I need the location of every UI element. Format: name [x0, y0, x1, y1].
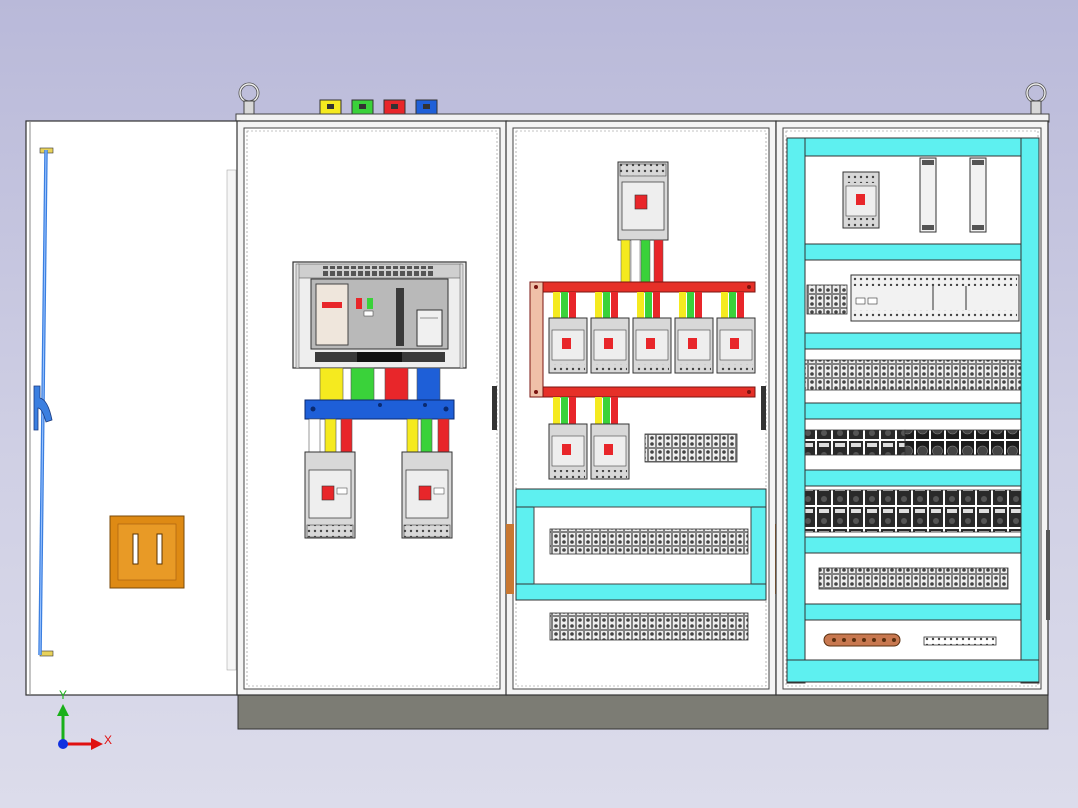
small-terminal-block: [644, 433, 738, 463]
distribution-terminal-rails: [515, 488, 767, 641]
electrical-cabinet-drawing: [25, 82, 1050, 750]
phase-terminal-caps: [319, 99, 438, 115]
main-breaker-phase-bars: [620, 239, 664, 283]
neutral-link-bar: [923, 636, 997, 646]
control-breaker: [842, 171, 880, 229]
axis-triad: [57, 704, 103, 750]
axis-x-label: X: [104, 733, 113, 747]
main-distribution-breaker: [617, 161, 669, 241]
axis-y-label: Y: [59, 688, 68, 702]
control-terminal-row: [804, 359, 1022, 391]
molded-case-breaker-right: [401, 451, 453, 539]
copper-ground-bar: [823, 633, 901, 647]
control-terminal-strip: [818, 567, 1009, 590]
relay-module-row: [804, 489, 1022, 533]
control-relay-row: [804, 429, 1022, 456]
air-circuit-breaker: [292, 261, 467, 369]
lifting-eye-right: [1025, 82, 1047, 115]
hinged-door: [25, 120, 241, 696]
cabinet-plinth: [237, 693, 1049, 730]
lifting-eye-left: [238, 82, 260, 115]
neutral-busbar: [304, 399, 455, 420]
molded-case-breaker-left: [304, 451, 356, 539]
door-lock-plate: [109, 515, 185, 589]
